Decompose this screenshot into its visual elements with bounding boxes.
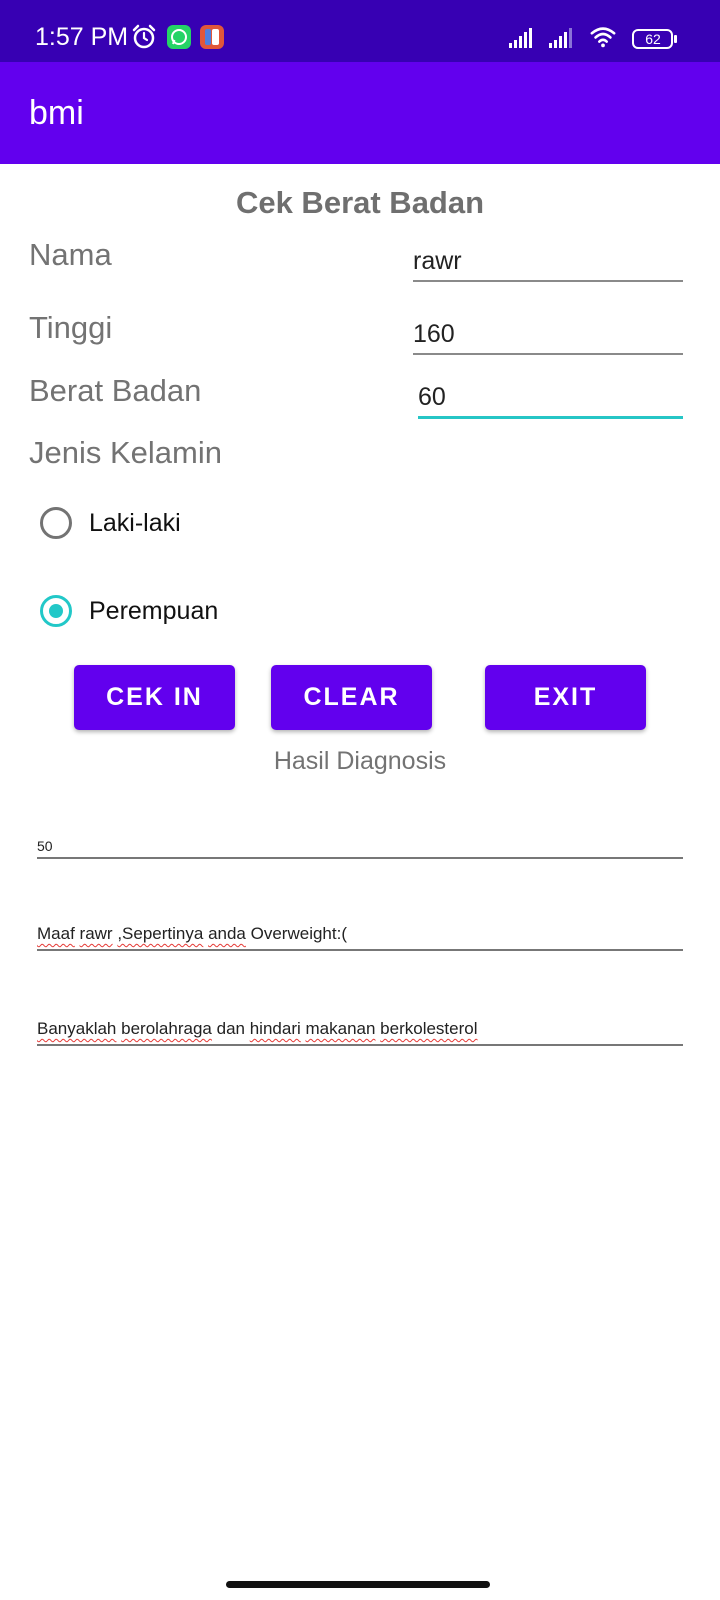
advice-word: makanan <box>305 1019 376 1038</box>
berat-badan-label: Berat Badan <box>29 373 202 408</box>
diagnosis-message-underline <box>37 949 683 951</box>
home-indicator[interactable] <box>226 1581 490 1588</box>
bmi-value-underline <box>37 857 683 859</box>
message-word: ,Sepertinya <box>117 924 204 943</box>
message-word: anda <box>208 924 246 943</box>
page-title: Cek Berat Badan <box>235 185 485 220</box>
exit-button[interactable]: EXIT <box>485 665 646 730</box>
advice-output: Banyaklah berolahraga dan hindari makana… <box>37 1018 478 1040</box>
advice-word: berkolesterol <box>380 1019 478 1038</box>
nama-label: Nama <box>29 237 112 272</box>
signal-icon <box>509 28 532 48</box>
battery-level: 62 <box>645 31 661 47</box>
radio-label: Perempuan <box>89 597 219 625</box>
nama-input-value: rawr <box>413 247 462 275</box>
hasil-diagnosis-label: Hasil Diagnosis <box>273 747 447 775</box>
jenis-kelamin-label: Jenis Kelamin <box>29 435 222 470</box>
message-word: rawr <box>79 924 113 943</box>
app-title: bmi <box>29 94 84 132</box>
bmi-value-output: 50 <box>37 838 53 854</box>
tinggi-input-underline <box>413 353 683 355</box>
advice-word: Banyaklah <box>37 1019 117 1038</box>
radio-perempuan[interactable]: Perempuan <box>38 591 278 631</box>
cek-in-button[interactable]: CEK IN <box>74 665 235 730</box>
berat-badan-input-underline <box>418 416 683 419</box>
radio-laki-laki[interactable]: Laki-laki <box>38 503 278 543</box>
app-bar <box>0 62 720 164</box>
radio-checked-icon <box>40 595 72 627</box>
notif-app-icon <box>200 25 224 49</box>
radio-unchecked-icon <box>40 507 72 539</box>
advice-word: dan <box>216 1019 245 1038</box>
radio-label: Laki-laki <box>89 509 181 537</box>
tinggi-label: Tinggi <box>29 310 113 345</box>
diagnosis-message-output: Maaf rawr ,Sepertinya anda Overweight:( <box>37 923 347 945</box>
message-word: Maaf <box>37 924 75 943</box>
advice-underline <box>37 1044 683 1046</box>
clear-button[interactable]: CLEAR <box>271 665 432 730</box>
advice-word: hindari <box>249 1019 301 1038</box>
alarm-icon <box>132 24 156 49</box>
status-time: 1:57 PM <box>35 23 129 51</box>
nama-input-underline <box>413 280 683 282</box>
tinggi-input-value: 160 <box>413 320 455 348</box>
advice-word: berolahraga <box>121 1019 212 1038</box>
berat-badan-input-value: 60 <box>418 383 446 411</box>
signal-icon <box>549 28 572 48</box>
message-word: Overweight:( <box>250 924 347 943</box>
wifi-icon <box>590 27 616 48</box>
whatsapp-icon <box>167 25 191 49</box>
